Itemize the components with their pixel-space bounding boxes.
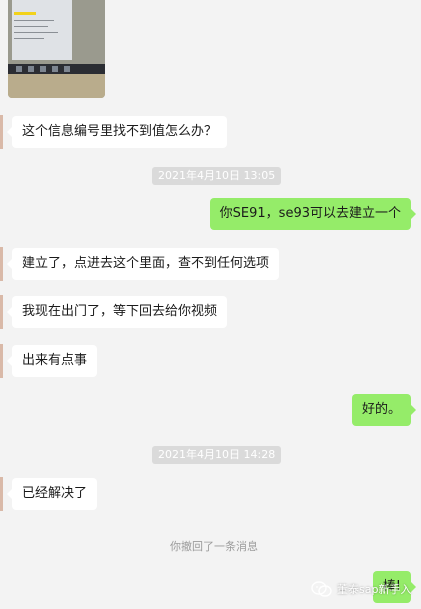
timestamp: 2021年4月10日 14:28 xyxy=(152,446,282,464)
message-bubble[interactable]: 好的。 xyxy=(351,394,417,426)
screenshot-screen xyxy=(12,0,72,60)
watermark-text: 董泰sap新手入 xyxy=(337,583,412,596)
watermark: 董泰sap新手入 xyxy=(311,580,411,598)
avatar[interactable] xyxy=(0,115,3,149)
avatar[interactable] xyxy=(0,344,3,378)
shared-screenshot-image[interactable] xyxy=(8,0,105,98)
timestamp: 2021年4月10日 13:05 xyxy=(152,167,282,185)
avatar[interactable] xyxy=(0,477,3,511)
message-bubble[interactable]: 这个信息编号里找不到值怎么办？ xyxy=(6,116,228,148)
wechat-official-account-icon xyxy=(311,581,332,597)
avatar[interactable] xyxy=(0,295,3,329)
avatar[interactable] xyxy=(0,247,3,281)
message-bubble[interactable]: 建立了，点进去这个里面，查不到任何选项 xyxy=(6,248,280,280)
recall-notice: 你撤回了一条消息 xyxy=(170,540,258,553)
message-bubble[interactable]: 你SE91，se93可以去建立一个 xyxy=(209,198,417,230)
message-bubble[interactable]: 出来有点事 xyxy=(6,345,98,377)
message-bubble[interactable]: 已经解决了 xyxy=(6,478,98,510)
message-bubble[interactable]: 我现在出门了，等下回去给你视频 xyxy=(6,296,228,328)
